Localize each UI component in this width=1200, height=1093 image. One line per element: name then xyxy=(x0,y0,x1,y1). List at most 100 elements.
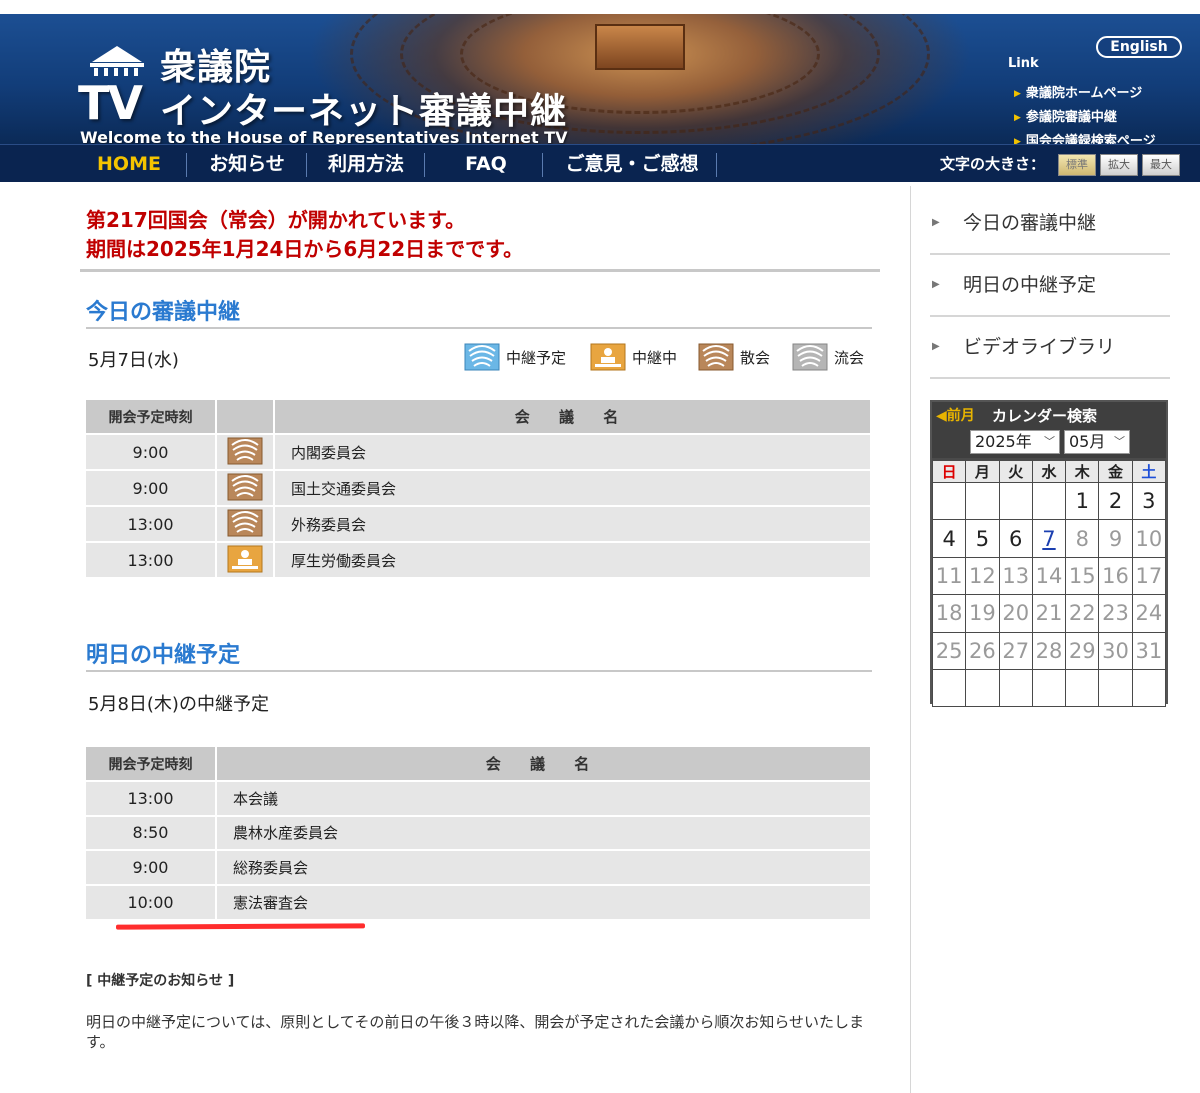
triangle-icon: ▶ xyxy=(932,279,940,290)
calendar-week: 18 19 20 21 22 23 24 xyxy=(931,594,1167,633)
calendar-day: 10 xyxy=(1131,519,1167,558)
calendar-day: 2 xyxy=(1098,481,1133,521)
font-size-max-button[interactable]: 最大 xyxy=(1142,154,1180,176)
row-meeting-name: 憲法審査会 xyxy=(216,883,872,919)
calendar-day xyxy=(998,481,1033,521)
triangle-icon: ▶ xyxy=(1014,137,1021,144)
row-meeting-name[interactable]: 外務委員会 xyxy=(274,505,872,542)
triangle-icon: ▶ xyxy=(1014,89,1021,99)
calendar-search: ◀前月 カレンダー検索 2025年 ﹀ 05月 ﹀ 日 月 火 水 木 金 土 1 … xyxy=(930,400,1168,708)
calendar-day: 14 xyxy=(1031,556,1067,596)
sidebar-item-today[interactable]: ▶ 今日の審議中継 xyxy=(930,193,1170,255)
month-select[interactable]: 05月 ﹀ xyxy=(1064,430,1130,454)
weekday-tue: 火 xyxy=(998,460,1033,483)
today-section-title: 今日の審議中継 xyxy=(86,300,241,325)
session-notice-line2: 期間は2025年1月24日から6月22日までです。 xyxy=(86,237,524,261)
english-button[interactable]: English xyxy=(1096,36,1182,58)
row-status xyxy=(216,433,275,470)
calendar-day xyxy=(1131,668,1167,708)
weekday-row: 日 月 火 水 木 金 土 xyxy=(931,460,1167,483)
row-time: 13:00 xyxy=(86,780,217,816)
calendar-day: 1 xyxy=(1065,481,1100,521)
weekday-thu: 木 xyxy=(1065,460,1100,483)
calendar-week: 25 26 27 28 29 30 31 xyxy=(931,631,1167,670)
link-sangiin-broadcast[interactable]: ▶ 参議院審議中継 xyxy=(1014,106,1156,130)
link-minutes-search[interactable]: ▶ 国会会議録検索ページ xyxy=(1014,130,1156,144)
table-row: 8:50 農林水産委員会 xyxy=(86,814,872,850)
calendar-day: 13 xyxy=(998,556,1033,596)
nav-faq[interactable]: FAQ xyxy=(436,145,536,183)
external-links: ▶ 衆議院ホームページ ▶ 参議院審議中継 ▶ 国会会議録検索ページ xyxy=(1014,82,1156,144)
calendar-day: 18 xyxy=(931,594,967,633)
row-time: 10:00 xyxy=(86,883,217,919)
row-time: 9:00 xyxy=(86,433,217,470)
calendar-day: 15 xyxy=(1065,556,1100,596)
column-header-status xyxy=(216,400,275,434)
nav-feedback[interactable]: ご意見・ご感想 xyxy=(556,145,708,183)
year-select[interactable]: 2025年 ﹀ xyxy=(970,430,1060,454)
calendar-day: 22 xyxy=(1065,594,1100,633)
legend-live: 中継中 xyxy=(590,342,677,372)
font-size-large-button[interactable]: 拡大 xyxy=(1100,154,1138,176)
site-logo[interactable]: TV 衆議院 インターネット審議中継 Welcome to the House … xyxy=(78,32,598,144)
row-meeting-name: 総務委員会 xyxy=(216,849,872,885)
weekday-fri: 金 xyxy=(1098,460,1133,483)
schedule-notice-body: 明日の中継予定については、原則としてその前日の午後３時以降、開会が予定された会議… xyxy=(86,1013,865,1051)
calendar-day: 31 xyxy=(1131,631,1167,670)
sidebar-item-tomorrow[interactable]: ▶ 明日の中継予定 xyxy=(930,255,1170,317)
table-row[interactable]: 9:00 内閣委員会 xyxy=(86,433,872,470)
font-size-label: 文字の大きさ： xyxy=(940,155,1046,173)
row-meeting-name[interactable]: 厚生労働委員会 xyxy=(274,541,872,577)
main-nav: HOME お知らせ 利用方法 FAQ ご意見・ご感想 文字の大きさ： 標準 拡大… xyxy=(0,144,1200,182)
nav-usage[interactable]: 利用方法 xyxy=(316,145,416,183)
chevron-down-icon: ﹀ xyxy=(1114,435,1125,448)
row-status xyxy=(216,505,275,542)
nav-news[interactable]: お知らせ xyxy=(198,145,296,183)
calendar-day: 27 xyxy=(998,631,1033,670)
calendar-week: 11 12 13 14 15 16 17 xyxy=(931,556,1167,596)
calendar-week: 1 2 3 xyxy=(931,481,1167,521)
row-time: 9:00 xyxy=(86,849,217,885)
weekday-wed: 水 xyxy=(1031,460,1067,483)
table-row[interactable]: 13:00 厚生労働委員会 xyxy=(86,541,872,577)
calendar-day: 24 xyxy=(1131,594,1167,633)
triangle-icon: ▶ xyxy=(1014,113,1021,123)
calendar-week: 4 5 6 7 8 9 10 xyxy=(931,519,1167,558)
row-status[interactable] xyxy=(216,541,275,577)
row-time: 13:00 xyxy=(86,541,217,577)
row-time: 8:50 xyxy=(86,814,217,850)
font-size-standard-button[interactable]: 標準 xyxy=(1058,154,1096,176)
today-date: 5月7日(水) xyxy=(88,350,179,371)
calendar-day: 3 xyxy=(1131,481,1167,521)
calendar-day: 17 xyxy=(1131,556,1167,596)
triangle-icon: ▶ xyxy=(932,341,940,352)
calendar-title: カレンダー検索 xyxy=(992,407,1098,425)
row-time: 13:00 xyxy=(86,505,217,542)
calendar-day: 6 xyxy=(998,519,1033,558)
sidebar-item-video-library[interactable]: ▶ ビデオライブラリ xyxy=(930,317,1170,379)
table-row[interactable]: 13:00 外務委員会 xyxy=(86,505,872,542)
link-shugiin-home[interactable]: ▶ 衆議院ホームページ xyxy=(1014,82,1156,106)
session-notice-line1: 第217回国会（常会）が開かれています。 xyxy=(86,208,466,232)
table-row: 9:00 総務委員会 xyxy=(86,849,872,885)
row-meeting-name[interactable]: 国土交通委員会 xyxy=(274,469,872,506)
calendar-day: 25 xyxy=(931,631,967,670)
triangle-icon: ▶ xyxy=(932,217,940,228)
session-notice: 第217回国会（常会）が開かれています。 期間は2025年1月24日から6月22… xyxy=(86,206,523,264)
table-row[interactable]: 9:00 国土交通委員会 xyxy=(86,469,872,506)
row-meeting-name[interactable]: 内閣委員会 xyxy=(274,433,872,470)
sidebar-divider xyxy=(910,186,911,1093)
calendar-day: 11 xyxy=(931,556,967,596)
nav-home[interactable]: HOME xyxy=(88,145,170,183)
prev-month-button[interactable]: ◀前月 xyxy=(936,405,975,425)
tomorrow-date: 5月8日(木)の中継予定 xyxy=(88,694,269,715)
calendar-day: 28 xyxy=(1031,631,1067,670)
chamber-adjourned-icon xyxy=(227,509,263,537)
column-header-time: 開会予定時刻 xyxy=(86,400,217,434)
table-row: 13:00 本会議 xyxy=(86,780,872,816)
logo-tv-text: TV xyxy=(78,76,143,130)
chamber-live-icon[interactable] xyxy=(227,545,263,573)
table-header-row: 開会予定時刻 会 議 名 xyxy=(86,747,872,781)
calendar-day-today[interactable]: 7 xyxy=(1031,519,1067,558)
calendar-grid: 日 月 火 水 木 金 土 1 2 3 4 5 6 7 8 9 10 11 12… xyxy=(931,460,1167,708)
